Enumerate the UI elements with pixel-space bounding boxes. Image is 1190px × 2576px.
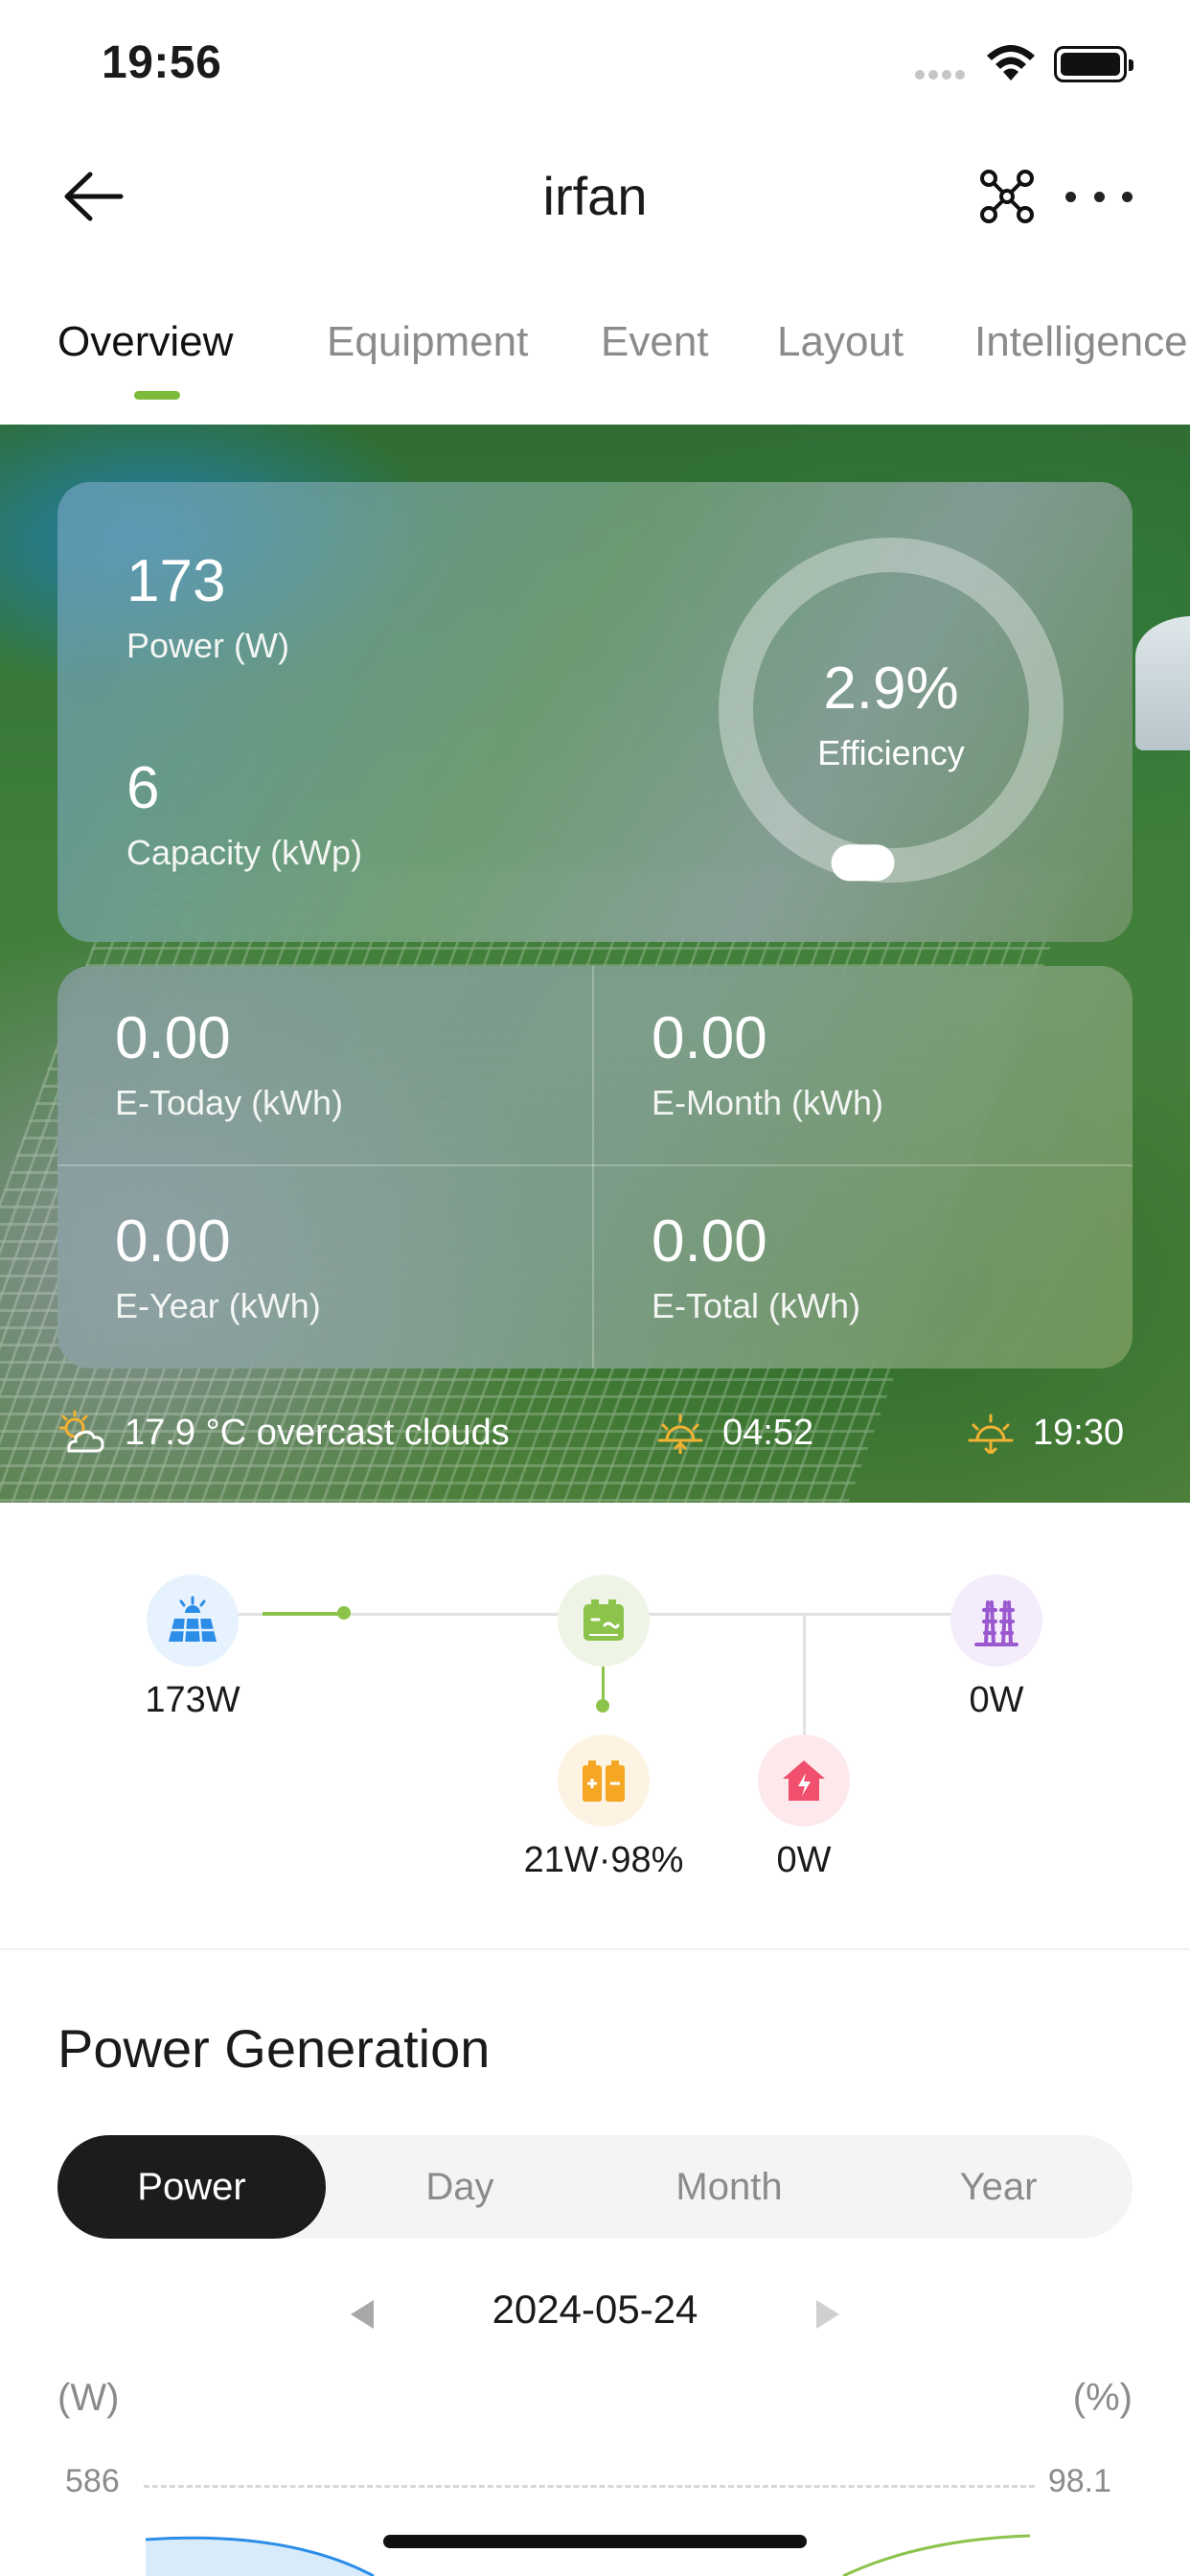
load-power-value: 0W bbox=[776, 1840, 832, 1880]
e-total-label: E-Total (kWh) bbox=[652, 1286, 861, 1325]
next-date-icon[interactable] bbox=[816, 2300, 839, 2329]
home-load-icon bbox=[783, 1760, 825, 1801]
battery-icon bbox=[1054, 46, 1133, 82]
efficiency-ring-indicator bbox=[831, 844, 895, 882]
e-today-value: 0.00 bbox=[115, 1005, 231, 1071]
power-area-series bbox=[146, 2538, 374, 2576]
period-month-button[interactable]: Month bbox=[595, 2135, 863, 2239]
stats-divider-vertical bbox=[592, 966, 594, 1368]
tab-equipment[interactable]: Equipment bbox=[327, 318, 528, 366]
topology-icon[interactable] bbox=[975, 165, 1039, 228]
battery-storage-icon bbox=[583, 1760, 625, 1802]
cloudy-sun-icon bbox=[58, 1410, 104, 1453]
sunset-icon bbox=[968, 1414, 1014, 1454]
home-indicator bbox=[383, 2535, 807, 2548]
tab-layout[interactable]: Layout bbox=[777, 318, 904, 366]
period-selector: Power Day Month Year bbox=[57, 2135, 1133, 2239]
flow-dot-solar bbox=[337, 1606, 351, 1620]
period-year-button[interactable]: Year bbox=[864, 2135, 1133, 2239]
power-label: Power (W) bbox=[126, 626, 289, 665]
solar-panel-icon bbox=[169, 1596, 217, 1643]
sunrise-icon bbox=[657, 1414, 703, 1454]
tab-overview[interactable]: Overview bbox=[57, 318, 233, 366]
weather-info: 17.9 °C overcast clouds bbox=[56, 1409, 510, 1457]
chart-left-unit: (W) bbox=[57, 2377, 120, 2419]
flow-active-solar bbox=[263, 1612, 347, 1616]
sunrise-info: 04:52 bbox=[657, 1409, 813, 1457]
section-divider bbox=[0, 1948, 1190, 1950]
status-bar: 19:56 bbox=[0, 0, 1190, 134]
grid-node[interactable] bbox=[950, 1575, 1042, 1667]
period-day-button[interactable]: Day bbox=[326, 2135, 594, 2239]
e-year-label: E-Year (kWh) bbox=[115, 1286, 321, 1325]
water-tank-background bbox=[1135, 616, 1190, 750]
solar-node[interactable] bbox=[147, 1575, 239, 1667]
tab-bar: Overview Equipment Event Layout Intellig… bbox=[0, 307, 1190, 422]
power-grid-tower-icon bbox=[974, 1600, 1018, 1646]
inverter-node[interactable] bbox=[558, 1575, 650, 1667]
nav-bar: irfan bbox=[0, 134, 1190, 259]
cellular-signal-icon bbox=[915, 67, 969, 84]
chart-left-max-tick: 586 bbox=[65, 2463, 120, 2499]
period-power-button[interactable]: Power bbox=[57, 2135, 326, 2239]
summary-card: 173 Power (W) 6 Capacity (kWp) 2.9% Effi… bbox=[57, 482, 1133, 942]
efficiency-line-series bbox=[842, 2534, 1031, 2576]
load-node[interactable] bbox=[758, 1735, 850, 1827]
tab-event[interactable]: Event bbox=[601, 318, 709, 366]
power-value: 173 bbox=[126, 548, 226, 614]
sunset-time: 19:30 bbox=[1033, 1412, 1125, 1453]
inverter-icon bbox=[584, 1599, 624, 1641]
power-generation-title: Power Generation bbox=[57, 2018, 491, 2079]
status-time: 19:56 bbox=[102, 37, 222, 88]
energy-stats-card: 0.00 E-Today (kWh) 0.00 E-Month (kWh) 0.… bbox=[57, 966, 1133, 1368]
tab-intelligence[interactable]: Intelligence bbox=[974, 318, 1188, 366]
chart-right-unit: (%) bbox=[1072, 2377, 1133, 2419]
weather-conditions: 17.9 °C overcast clouds bbox=[125, 1412, 510, 1453]
chart-right-max-tick: 98.1 bbox=[1047, 2463, 1111, 2499]
e-month-value: 0.00 bbox=[652, 1005, 767, 1071]
e-month-label: E-Month (kWh) bbox=[652, 1083, 884, 1122]
flow-dot-battery bbox=[596, 1699, 609, 1713]
capacity-value: 6 bbox=[126, 755, 160, 821]
solar-power-value: 173W bbox=[145, 1680, 240, 1720]
wifi-icon bbox=[987, 45, 1035, 80]
efficiency-label: Efficiency bbox=[817, 733, 965, 772]
sunset-info: 19:30 bbox=[968, 1409, 1124, 1457]
grid-power-value: 0W bbox=[969, 1680, 1024, 1720]
chart-max-gridline bbox=[144, 2485, 1035, 2488]
active-tab-indicator bbox=[134, 391, 180, 400]
battery-node[interactable] bbox=[558, 1735, 650, 1827]
plant-overview-hero: 173 Power (W) 6 Capacity (kWp) 2.9% Effi… bbox=[0, 425, 1190, 1503]
efficiency-value: 2.9% bbox=[823, 656, 959, 722]
sunrise-time: 04:52 bbox=[722, 1412, 814, 1453]
stats-divider-horizontal bbox=[57, 1164, 1133, 1166]
e-total-value: 0.00 bbox=[652, 1208, 767, 1275]
e-today-label: E-Today (kWh) bbox=[115, 1083, 344, 1122]
capacity-label: Capacity (kWp) bbox=[126, 833, 363, 872]
e-year-value: 0.00 bbox=[115, 1208, 231, 1275]
selected-date[interactable]: 2024-05-24 bbox=[0, 2287, 1190, 2333]
date-navigator: 2024-05-24 bbox=[0, 2281, 1190, 2348]
more-options-icon[interactable] bbox=[1065, 165, 1133, 228]
energy-flow-diagram: 173W 0W 21W·98% 0W bbox=[0, 1503, 1190, 1948]
flow-line-load bbox=[803, 1613, 806, 1747]
